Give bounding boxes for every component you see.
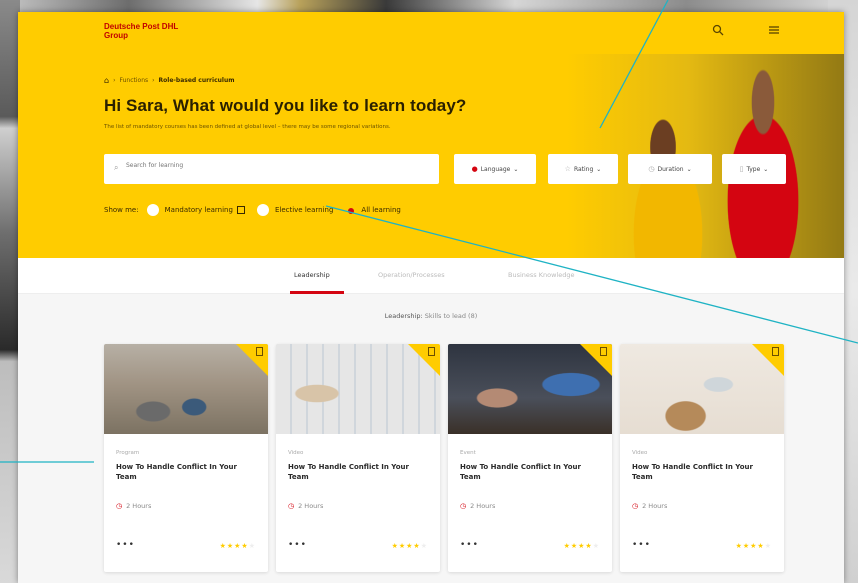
card-duration: ◷ 2 Hours (460, 502, 496, 510)
bookmark-icon[interactable] (256, 347, 263, 356)
radio-all-learning[interactable]: All learning (345, 205, 401, 215)
breadcrumb-item-current: Role-based curriculum (158, 77, 235, 84)
card-duration: ◷ 2 Hours (116, 502, 152, 510)
tab-leadership[interactable]: Leadership (294, 271, 330, 279)
star-rating: ★★★★★ (391, 542, 428, 550)
search-icon: ⌕ (114, 163, 119, 172)
tab-operation-processes[interactable]: Operation/Processes (378, 271, 445, 279)
radio-button[interactable] (256, 204, 269, 216)
card-title: How To Handle Conflict In Your Team (288, 463, 409, 481)
learning-card[interactable]: Event How To Handle Conflict In Your Tea… (448, 344, 612, 572)
more-options-icon[interactable]: ••• (288, 540, 307, 550)
chevron-down-icon: ⌄ (686, 165, 692, 173)
clock-icon: ◷ (288, 502, 295, 510)
clock-icon: ◷ (632, 502, 639, 510)
rating-filter[interactable]: ☆ Rating ⌄ (548, 154, 618, 184)
language-filter[interactable]: ● Language ⌄ (454, 154, 536, 184)
search-input[interactable] (126, 162, 426, 169)
home-icon[interactable]: ⌂ (104, 76, 109, 85)
app-screen: Deutsche Post DHL Group ⌂ › Functions › … (18, 12, 844, 583)
card-title: How To Handle Conflict In Your Team (460, 463, 581, 481)
page-subtitle: The list of mandatory courses has been d… (104, 124, 391, 130)
show-me-label: Show me: (104, 206, 139, 214)
company-logo[interactable]: Deutsche Post DHL Group (104, 22, 178, 40)
card-duration: ◷ 2 Hours (288, 502, 324, 510)
radio-mandatory-learning[interactable]: Mandatory learning (146, 204, 245, 216)
globe-icon: ● (471, 165, 478, 173)
breadcrumb: ⌂ › Functions › Role-based curriculum (104, 76, 235, 85)
bookmark-icon (236, 206, 245, 214)
hero-section: ⌂ › Functions › Role-based curriculum Hi… (18, 54, 844, 258)
hero-person-woman (618, 114, 718, 258)
card-type: Event (460, 450, 476, 456)
duration-filter[interactable]: ◷ Duration ⌄ (628, 154, 712, 184)
radio-button[interactable] (146, 204, 159, 216)
clock-icon: ◷ (116, 502, 123, 510)
bookmark-icon[interactable] (772, 347, 779, 356)
card-corner-flag (752, 344, 784, 376)
radio-button-selected[interactable] (345, 205, 356, 215)
learning-card[interactable]: Program How To Handle Conflict In Your T… (104, 344, 268, 572)
more-options-icon[interactable]: ••• (116, 540, 135, 550)
section-heading: Leadership: Skills to lead (8) (384, 312, 478, 320)
show-me-filter: Show me: Mandatory learning Elective lea… (104, 204, 413, 216)
background-collage-left (0, 0, 20, 583)
bookmark-icon[interactable] (428, 347, 435, 356)
chevron-down-icon: ⌄ (513, 165, 519, 173)
card-title: How To Handle Conflict In Your Team (632, 463, 753, 481)
type-filter[interactable]: ▯ Type ⌄ (722, 154, 786, 184)
active-tab-indicator (290, 291, 344, 294)
card-title: How To Handle Conflict In Your Team (116, 463, 237, 481)
search-icon[interactable] (710, 24, 726, 40)
chevron-down-icon: ⌄ (596, 165, 602, 173)
bookmark-icon[interactable] (600, 347, 607, 356)
star-rating: ★★★★★ (735, 542, 772, 550)
top-bar: Deutsche Post DHL Group (18, 12, 844, 54)
card-type: Program (116, 450, 140, 456)
card-corner-flag (236, 344, 268, 376)
card-duration: ◷ 2 Hours (632, 502, 668, 510)
tab-business-knowledge[interactable]: Business Knowledge (508, 271, 574, 279)
breadcrumb-item-functions[interactable]: Functions (119, 77, 148, 84)
menu-icon[interactable] (766, 24, 782, 40)
type-icon: ▯ (739, 165, 744, 173)
page-title: Hi Sara, What would you like to learn to… (104, 96, 467, 115)
search-box[interactable]: ⌕ (104, 154, 439, 184)
more-options-icon[interactable]: ••• (632, 540, 651, 550)
card-corner-flag (408, 344, 440, 376)
card-type: Video (288, 450, 304, 456)
chevron-down-icon: ⌄ (763, 165, 769, 173)
learning-card[interactable]: Video How To Handle Conflict In Your Tea… (276, 344, 440, 572)
radio-elective-learning[interactable]: Elective learning (256, 204, 333, 216)
star-icon: ☆ (564, 165, 571, 173)
category-tabs: Leadership Operation/Processes Business … (18, 258, 844, 294)
learning-card[interactable]: Video How To Handle Conflict In Your Tea… (620, 344, 784, 572)
card-corner-flag (580, 344, 612, 376)
clock-icon: ◷ (648, 165, 655, 173)
star-rating: ★★★★★ (219, 542, 256, 550)
more-options-icon[interactable]: ••• (460, 540, 479, 550)
card-type: Video (632, 450, 648, 456)
clock-icon: ◷ (460, 502, 467, 510)
star-rating: ★★★★★ (563, 542, 600, 550)
